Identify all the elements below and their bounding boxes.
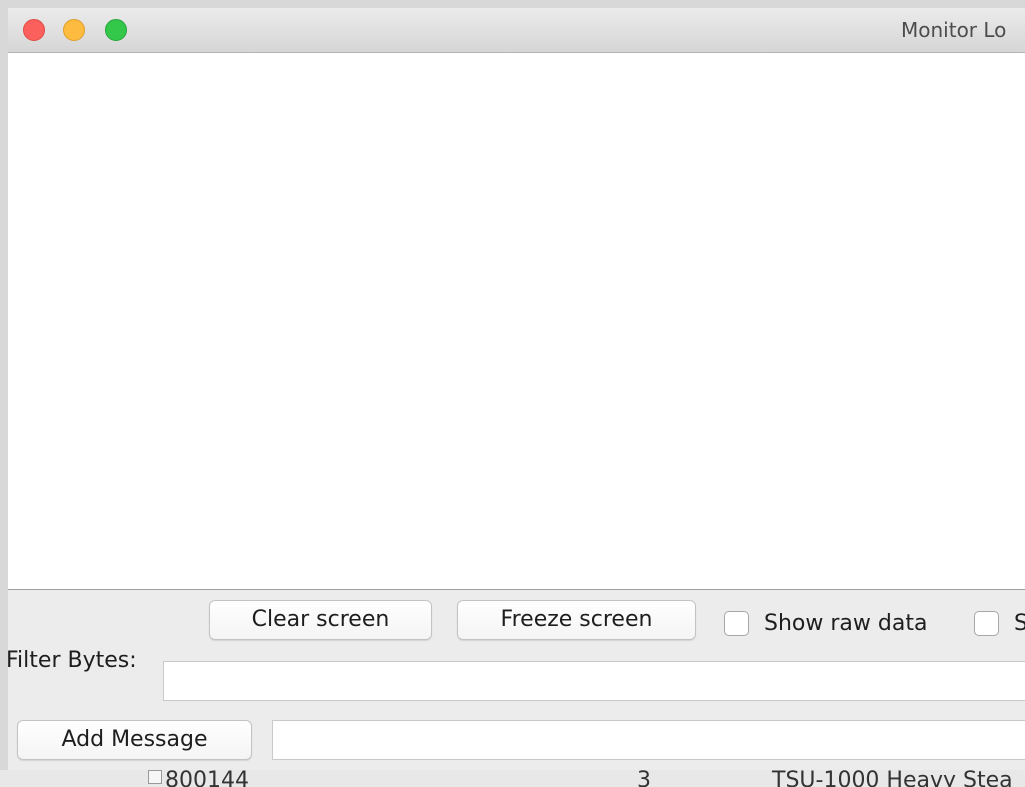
- row-checkbox: [148, 770, 162, 784]
- filter-bytes-label: Filter Bytes:: [8, 648, 137, 673]
- close-icon[interactable]: [23, 19, 45, 41]
- minimize-icon[interactable]: [63, 19, 85, 41]
- monitor-window: Monitor Lo Clear screen Freeze screen Sh…: [8, 8, 1025, 770]
- title-bar[interactable]: Monitor Lo: [8, 8, 1025, 53]
- background-table-row: 800144 3 TSU-1000 Heavy Stea: [0, 770, 1025, 787]
- table-cell: TSU-1000 Heavy Stea: [772, 770, 1013, 787]
- monitor-output-area[interactable]: [8, 53, 1025, 590]
- show-raw-data-checkbox[interactable]: [724, 611, 749, 636]
- clear-screen-button[interactable]: Clear screen: [209, 600, 432, 640]
- filter-bytes-input[interactable]: [163, 661, 1025, 701]
- window-title: Monitor Lo: [901, 18, 1007, 42]
- zoom-icon[interactable]: [105, 19, 127, 41]
- second-option-label: S: [1014, 611, 1025, 636]
- add-message-input[interactable]: [272, 720, 1025, 760]
- add-message-button[interactable]: Add Message: [17, 720, 252, 760]
- table-cell: 800144: [165, 770, 249, 787]
- freeze-screen-button[interactable]: Freeze screen: [457, 600, 696, 640]
- second-option-checkbox[interactable]: [974, 611, 999, 636]
- show-raw-data-label: Show raw data: [764, 611, 928, 636]
- table-cell: 3: [637, 770, 651, 787]
